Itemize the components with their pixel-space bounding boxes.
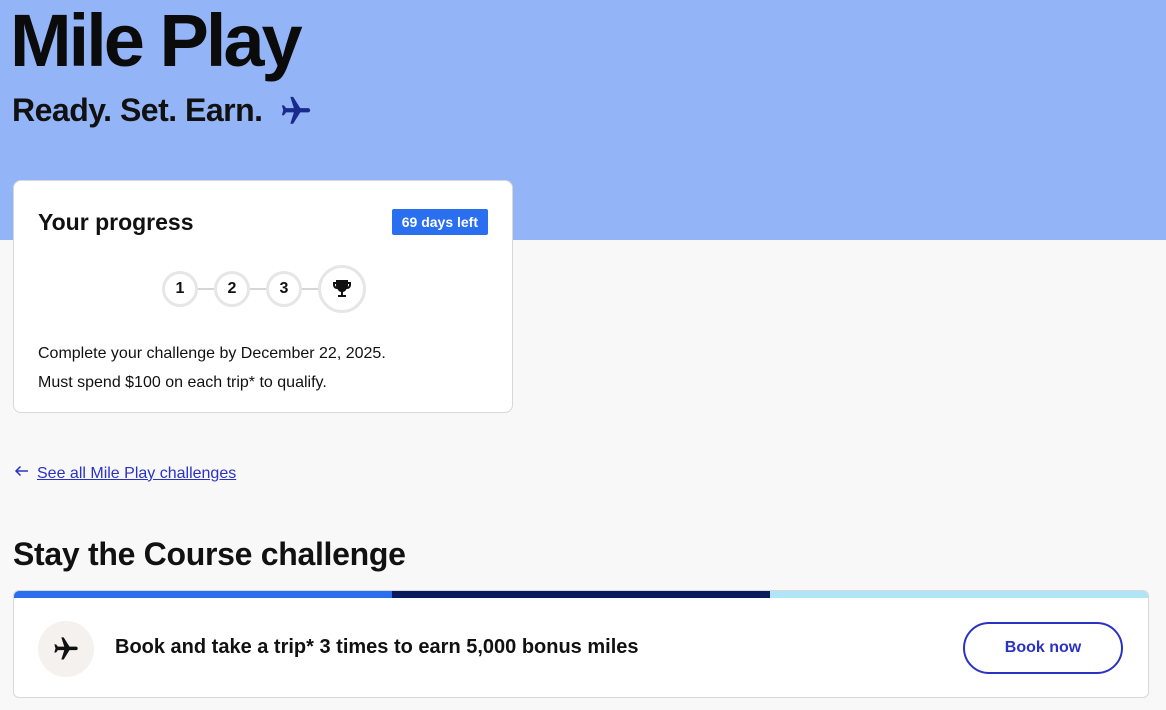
progress-segment-1: [14, 591, 392, 598]
step-2: 2: [214, 271, 250, 307]
progress-title: Your progress: [38, 209, 194, 235]
progress-details: Complete your challenge by December 22, …: [38, 339, 386, 397]
challenge-card: Book and take a trip* 3 times to earn 5,…: [13, 590, 1149, 698]
challenge-progress-bar: [14, 591, 1148, 598]
challenge-description: Book and take a trip* 3 times to earn 5,…: [115, 636, 639, 658]
see-all-challenges-link[interactable]: See all Mile Play challenges: [13, 462, 236, 485]
step-connector: [302, 288, 318, 290]
trophy-icon: [318, 265, 366, 313]
step-1: 1: [162, 271, 198, 307]
deadline-text: Complete your challenge by December 22, …: [38, 345, 386, 362]
progress-card: Your progress 69 days left 1 2 3 Complet…: [13, 180, 513, 413]
airplane-icon: [38, 621, 94, 677]
arrow-left-icon: [13, 462, 31, 485]
step-connector: [198, 288, 214, 290]
challenge-heading: Stay the Course challenge: [13, 536, 406, 572]
brand-tagline: Ready. Set. Earn.: [12, 92, 263, 128]
see-all-challenges-label[interactable]: See all Mile Play challenges: [37, 465, 236, 483]
step-connector: [250, 288, 266, 290]
book-now-button[interactable]: Book now: [963, 622, 1123, 674]
brand-tagline-row: Ready. Set. Earn.: [12, 92, 313, 129]
brand-title: Mile Play: [10, 0, 303, 82]
airplane-icon: [279, 94, 313, 128]
progress-segment-3: [770, 591, 1148, 598]
progress-segment-2: [392, 591, 770, 598]
days-left-badge: 69 days left: [391, 209, 488, 235]
step-3: 3: [266, 271, 302, 307]
progress-steps: 1 2 3: [162, 265, 366, 313]
spend-requirement-text: Must spend $100 on each trip* to qualify…: [38, 374, 327, 391]
